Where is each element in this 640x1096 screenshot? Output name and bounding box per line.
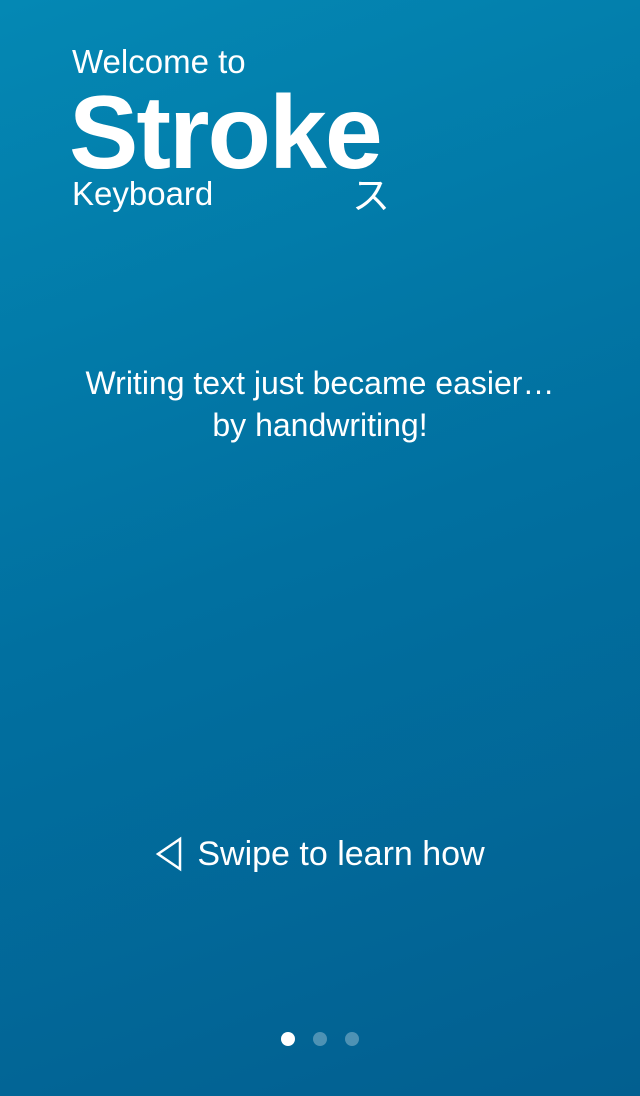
page-dot[interactable]: [313, 1032, 327, 1046]
tagline-line-2: by handwriting!: [212, 407, 428, 443]
app-logo: Welcome to Stroke Keyboard ス: [69, 42, 402, 222]
swipe-label: Swipe to learn how: [197, 835, 485, 873]
page-indicator[interactable]: [0, 1032, 640, 1046]
brand-name: Stroke: [69, 75, 383, 191]
kana-glyph: ス: [352, 174, 391, 218]
brand-subtitle: Keyboard: [72, 175, 214, 212]
tagline-line-1: Writing text just became easier…: [85, 365, 555, 401]
tagline: Writing text just became easier… by hand…: [0, 362, 640, 446]
left-triangle-outline-icon: [156, 836, 182, 872]
page-dot[interactable]: [281, 1032, 295, 1046]
swipe-hint[interactable]: Swipe to learn how: [0, 832, 640, 876]
page-dot[interactable]: [345, 1032, 359, 1046]
